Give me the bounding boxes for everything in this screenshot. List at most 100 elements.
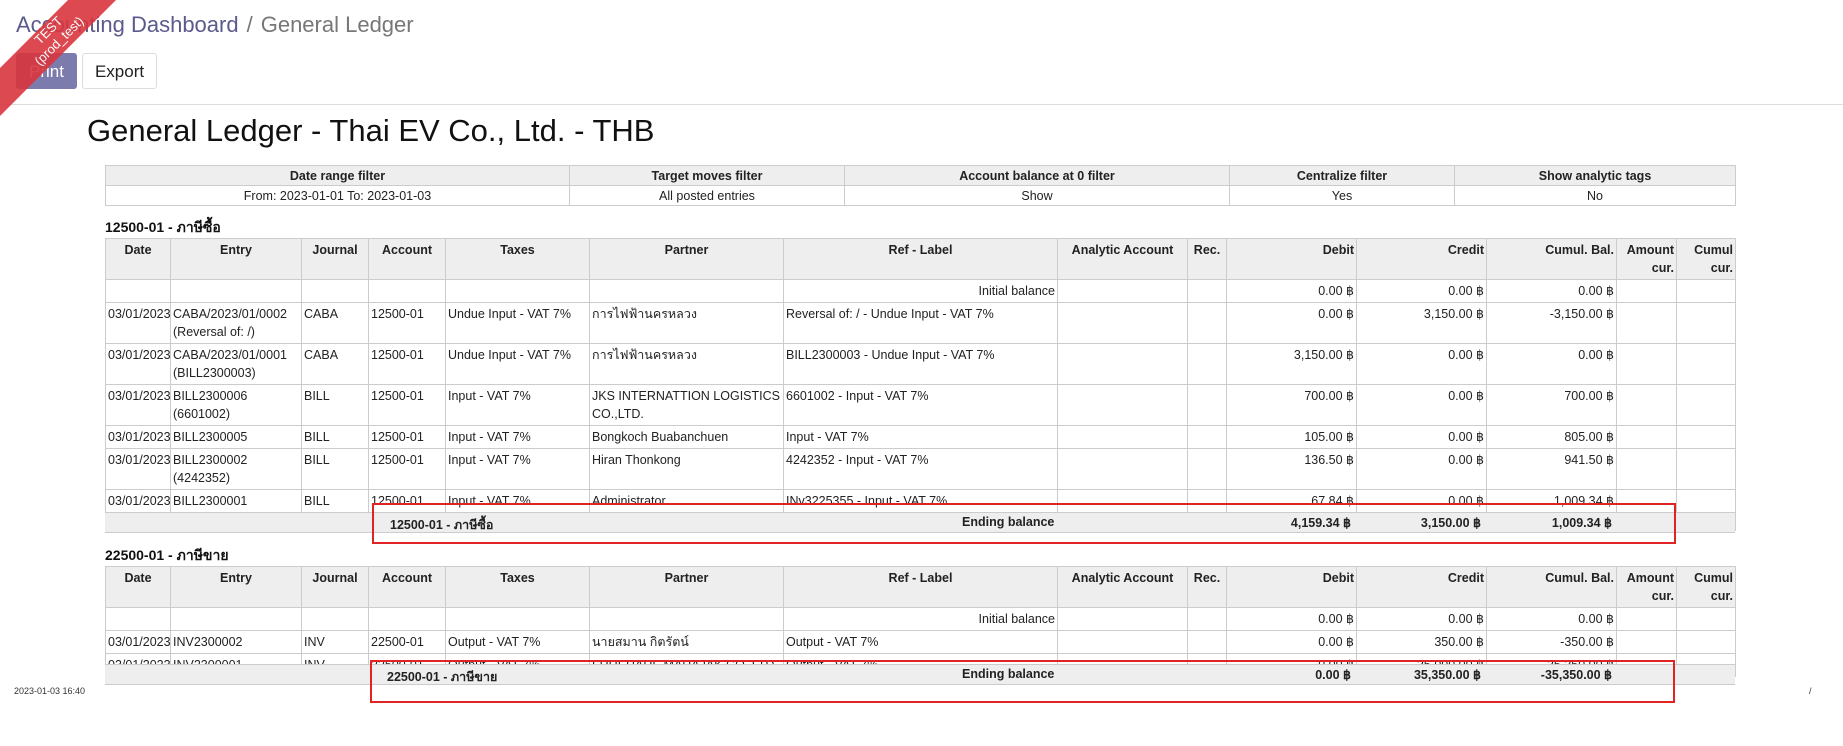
initial-debit: 0.00 ฿ (1226, 607, 1357, 631)
initial-balance: 0.00 ฿ (1486, 607, 1617, 631)
highlight-box (372, 503, 1676, 544)
cell-entry[interactable]: CABA/2023/01/0001 (BILL2300003) (170, 343, 302, 385)
filter-value: Yes (1229, 185, 1455, 206)
cell-credit: 0.00 ฿ (1356, 384, 1487, 426)
col-partner: Partner (589, 238, 784, 280)
cell-rec (1187, 384, 1227, 426)
cell-balance: 805.00 ฿ (1486, 425, 1617, 449)
cell-journal: CABA (301, 302, 369, 344)
col-journal: Journal (301, 238, 369, 280)
cell-amount-cur (1616, 425, 1677, 449)
col-partner: Partner (589, 566, 784, 608)
table-row[interactable]: 03/01/2023 CABA/2023/01/0002 (Reversal o… (105, 302, 1736, 344)
initial-credit: 0.00 ฿ (1356, 279, 1487, 303)
col-ref-label: Ref - Label (783, 238, 1058, 280)
cell-entry[interactable]: BILL2300002 (4242352) (170, 448, 302, 490)
cell-analytic (1057, 630, 1188, 654)
cell-analytic (1057, 343, 1188, 385)
col-account: Account (368, 566, 446, 608)
cell-ref-label: Reversal of: / - Undue Input - VAT 7% (783, 302, 1058, 344)
col-taxes: Taxes (445, 238, 590, 280)
cell-rec (1187, 448, 1227, 490)
cell-account: 12500-01 (368, 425, 446, 449)
col-ref-label: Ref - Label (783, 566, 1058, 608)
cell-analytic (1057, 448, 1188, 490)
cell-debit: 136.50 ฿ (1226, 448, 1357, 490)
cell-ref-label: 6601002 - Input - VAT 7% (783, 384, 1058, 426)
cell-entry[interactable]: BILL2300005 (170, 425, 302, 449)
cell-account: 12500-01 (368, 343, 446, 385)
cell-rec (1187, 425, 1227, 449)
cell-date: 03/01/2023 (105, 384, 171, 426)
initial-balance-label: Initial balance (783, 279, 1058, 303)
cell-entry[interactable]: INV2300002 (170, 630, 302, 654)
filters-header-row: Date range filter Target moves filter Ac… (105, 165, 1736, 186)
cell-journal: BILL (301, 384, 369, 426)
filter-header: Centralize filter (1229, 165, 1455, 186)
filters-table: Date range filter Target moves filter Ac… (105, 165, 1736, 206)
col-credit: Credit (1356, 238, 1487, 280)
report-title: General Ledger - Thai EV Co., Ltd. - THB (87, 113, 655, 148)
account-title: 12500-01 - ภาษีซื้อ (105, 219, 221, 235)
col-date: Date (105, 566, 171, 608)
cell-credit: 3,150.00 ฿ (1356, 302, 1487, 344)
cell-analytic (1057, 384, 1188, 426)
initial-credit: 0.00 ฿ (1356, 607, 1487, 631)
cell-entry[interactable]: CABA/2023/01/0002 (Reversal of: /) (170, 302, 302, 344)
col-account: Account (368, 238, 446, 280)
table-row[interactable]: 03/01/2023 BILL2300005 BILL 12500-01 Inp… (105, 425, 1736, 449)
cell-amount-cur (1616, 384, 1677, 426)
filter-value: From: 2023-01-01 To: 2023-01-03 (105, 185, 570, 206)
export-button[interactable]: Export (81, 53, 158, 89)
cell-partner: นายสมาน กิตรัตน์ (589, 630, 784, 654)
col-cumul-cur: Cumul cur. (1676, 566, 1736, 608)
filter-header: Date range filter (105, 165, 570, 186)
cell-balance: -350.00 ฿ (1486, 630, 1617, 654)
cell-debit: 3,150.00 ฿ (1226, 343, 1357, 385)
cell-date: 03/01/2023 (105, 302, 171, 344)
cell-ref-label: 4242352 - Input - VAT 7% (783, 448, 1058, 490)
cell-credit: 350.00 ฿ (1356, 630, 1487, 654)
cell-taxes: Output - VAT 7% (445, 630, 590, 654)
cell-analytic (1057, 425, 1188, 449)
cell-cumul-cur (1676, 343, 1736, 385)
cell-amount-cur (1616, 343, 1677, 385)
cell-credit: 0.00 ฿ (1356, 343, 1487, 385)
table-row[interactable]: 03/01/2023 BILL2300006 (6601002) BILL 12… (105, 384, 1736, 426)
cell-entry[interactable]: BILL2300006 (6601002) (170, 384, 302, 426)
initial-balance: 0.00 ฿ (1486, 279, 1617, 303)
col-analytic-account: Analytic Account (1057, 566, 1188, 608)
table-row[interactable]: 03/01/2023 INV2300002 INV 22500-01 Outpu… (105, 630, 1736, 654)
cell-balance: -3,150.00 ฿ (1486, 302, 1617, 344)
cell-journal: CABA (301, 343, 369, 385)
cell-debit: 700.00 ฿ (1226, 384, 1357, 426)
cell-date: 03/01/2023 (105, 425, 171, 449)
cell-partner: การไฟฟ้านครหลวง (589, 302, 784, 344)
header-divider (0, 104, 1843, 105)
cell-account: 12500-01 (368, 384, 446, 426)
cell-credit: 0.00 ฿ (1356, 448, 1487, 490)
col-cumul-bal: Cumul. Bal. (1486, 238, 1617, 280)
col-cumul-cur: Cumul cur. (1676, 238, 1736, 280)
table-row[interactable]: 03/01/2023 CABA/2023/01/0001 (BILL230000… (105, 343, 1736, 385)
ledger-table-12500-01: Date Entry Journal Account Taxes Partner… (105, 238, 1736, 531)
breadcrumb-current: General Ledger (260, 12, 414, 37)
table-row[interactable]: 03/01/2023 BILL2300002 (4242352) BILL 12… (105, 448, 1736, 490)
footer-timestamp: 2023-01-03 16:40 (14, 686, 86, 696)
col-amount-cur: Amount cur. (1616, 566, 1677, 608)
account-title: 22500-01 - ภาษีขาย (105, 547, 229, 563)
cell-amount-cur (1616, 630, 1677, 654)
cell-partner: Hiran Thonkong (589, 448, 784, 490)
cell-partner: การไฟฟ้านครหลวง (589, 343, 784, 385)
initial-balance-row: Initial balance 0.00 ฿ 0.00 ฿ 0.00 ฿ (105, 607, 1736, 631)
cell-cumul-cur (1676, 302, 1736, 344)
cell-date: 03/01/2023 (105, 448, 171, 490)
cell-analytic (1057, 302, 1188, 344)
filters-value-row: From: 2023-01-01 To: 2023-01-03 All post… (105, 185, 1736, 206)
cell-taxes: Undue Input - VAT 7% (445, 343, 590, 385)
cell-debit: 105.00 ฿ (1226, 425, 1357, 449)
cell-credit: 0.00 ฿ (1356, 425, 1487, 449)
cell-balance: 0.00 ฿ (1486, 343, 1617, 385)
cell-cumul-cur (1676, 384, 1736, 426)
initial-debit: 0.00 ฿ (1226, 279, 1357, 303)
